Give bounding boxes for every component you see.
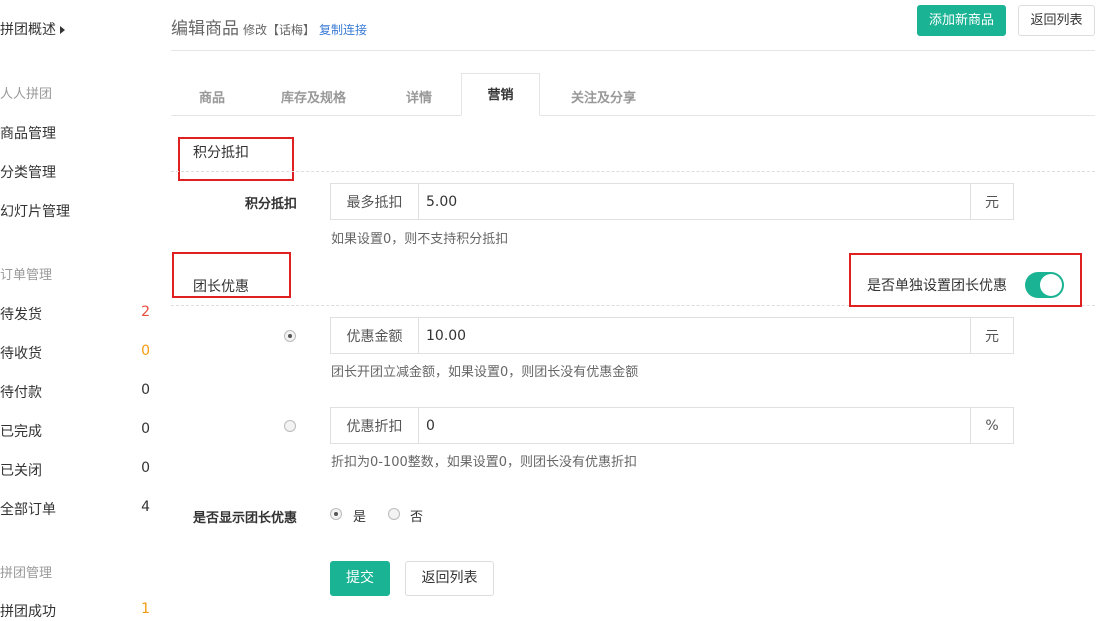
- tabs-divider: [171, 115, 1095, 116]
- sidebar-item-to-receive[interactable]: 待收货 0: [0, 343, 150, 363]
- count-badge: 0: [141, 421, 150, 437]
- points-label: 积分抵扣: [244, 197, 297, 212]
- sidebar-item-closed[interactable]: 已关闭 0: [0, 460, 150, 480]
- sidebar-item-label: 拼团成功: [0, 604, 56, 620]
- amount-unit: 元: [970, 318, 1013, 353]
- show-leader-label: 是否显示团长优惠: [192, 511, 297, 526]
- amount-radio[interactable]: [284, 330, 296, 342]
- tab-stock-spec[interactable]: 库存及规格: [281, 87, 346, 106]
- tab-product[interactable]: 商品: [199, 87, 225, 106]
- copy-link[interactable]: 复制连接: [319, 23, 367, 37]
- sidebar-item-categories[interactable]: 分类管理: [0, 162, 150, 182]
- sidebar-item-label: 待收货: [0, 346, 42, 362]
- count-badge: 0: [141, 460, 150, 476]
- page-title: 编辑商品 修改【话梅】 复制连接: [171, 14, 367, 39]
- sidebar-item-slides[interactable]: 幻灯片管理: [0, 201, 150, 221]
- sidebar-item-label: 商品管理: [0, 126, 56, 142]
- count-badge: 2: [141, 304, 150, 320]
- highlight-box: [178, 137, 294, 181]
- tab-follow-share[interactable]: 关注及分享: [571, 87, 636, 106]
- page-subtitle: 修改【话梅】: [243, 23, 316, 37]
- caret-right-icon: [60, 26, 65, 34]
- points-input-group: 最多抵扣 5.00 元: [330, 183, 1014, 220]
- show-no-radio[interactable]: [388, 508, 400, 520]
- sidebar-item-label: 全部订单: [0, 502, 56, 518]
- show-yes-label[interactable]: 是: [353, 506, 366, 525]
- count-badge: 0: [141, 382, 150, 398]
- count-badge: 0: [141, 343, 150, 359]
- sidebar-item-to-pay[interactable]: 待付款 0: [0, 382, 150, 402]
- discount-input[interactable]: 0: [419, 408, 970, 443]
- highlight-box: [172, 252, 291, 298]
- page-title-text: 编辑商品: [171, 19, 239, 39]
- discount-help: 折扣为0-100整数，如果设置0，则团长没有优惠折扣: [331, 455, 638, 470]
- sidebar-group-title: 拼团管理: [0, 566, 53, 581]
- sidebar-item-to-ship[interactable]: 待发货 2: [0, 304, 150, 324]
- highlight-box: [849, 253, 1082, 307]
- section-divider: [171, 171, 1095, 172]
- count-badge: 4: [141, 499, 150, 515]
- sidebar-item-label: 待付款: [0, 385, 42, 401]
- back-to-list-button[interactable]: 返回列表: [1018, 5, 1095, 36]
- sidebar-item-label: 待发货: [0, 307, 42, 323]
- tab-marketing[interactable]: 营销: [461, 73, 540, 116]
- sidebar-overview[interactable]: 拼团概述: [0, 19, 65, 39]
- sidebar-group-title: 订单管理: [0, 268, 53, 283]
- discount-input-group: 优惠折扣 0 %: [330, 407, 1014, 444]
- points-input[interactable]: 5.00: [419, 184, 970, 219]
- sidebar-item-group-success[interactable]: 拼团成功 1: [0, 601, 150, 621]
- sidebar-item-completed[interactable]: 已完成 0: [0, 421, 150, 441]
- points-addon: 最多抵扣: [331, 184, 419, 219]
- sidebar-item-label: 已完成: [0, 424, 42, 440]
- count-badge: 1: [141, 601, 150, 617]
- submit-button[interactable]: 提交: [330, 561, 390, 596]
- amount-help: 团长开团立减金额，如果设置0，则团长没有优惠金额: [331, 365, 639, 380]
- sidebar-group-title: 人人拼团: [0, 87, 53, 102]
- sidebar-item-products[interactable]: 商品管理: [0, 123, 150, 143]
- points-unit: 元: [970, 184, 1013, 219]
- add-product-button[interactable]: 添加新商品: [917, 5, 1006, 36]
- back-list-button[interactable]: 返回列表: [405, 561, 494, 596]
- sidebar-item-label: 分类管理: [0, 165, 56, 181]
- sidebar-item-label: 已关闭: [0, 463, 42, 479]
- amount-input[interactable]: 10.00: [419, 318, 970, 353]
- show-no-label[interactable]: 否: [410, 506, 423, 525]
- discount-addon: 优惠折扣: [331, 408, 419, 443]
- show-yes-radio[interactable]: [330, 508, 342, 520]
- header-divider: [171, 50, 1095, 51]
- amount-addon: 优惠金额: [331, 318, 419, 353]
- sidebar: 拼团概述 人人拼团 商品管理 分类管理 幻灯片管理 订单管理 待发货 2 待收货 0…: [0, 0, 160, 620]
- discount-unit: %: [970, 408, 1013, 443]
- tab-details[interactable]: 详情: [406, 87, 432, 106]
- amount-input-group: 优惠金额 10.00 元: [330, 317, 1014, 354]
- discount-radio[interactable]: [284, 420, 296, 432]
- sidebar-item-all-orders[interactable]: 全部订单 4: [0, 499, 150, 519]
- sidebar-overview-label: 拼团概述: [0, 22, 56, 38]
- points-help: 如果设置0，则不支持积分抵扣: [331, 232, 509, 247]
- sidebar-item-label: 幻灯片管理: [0, 204, 70, 220]
